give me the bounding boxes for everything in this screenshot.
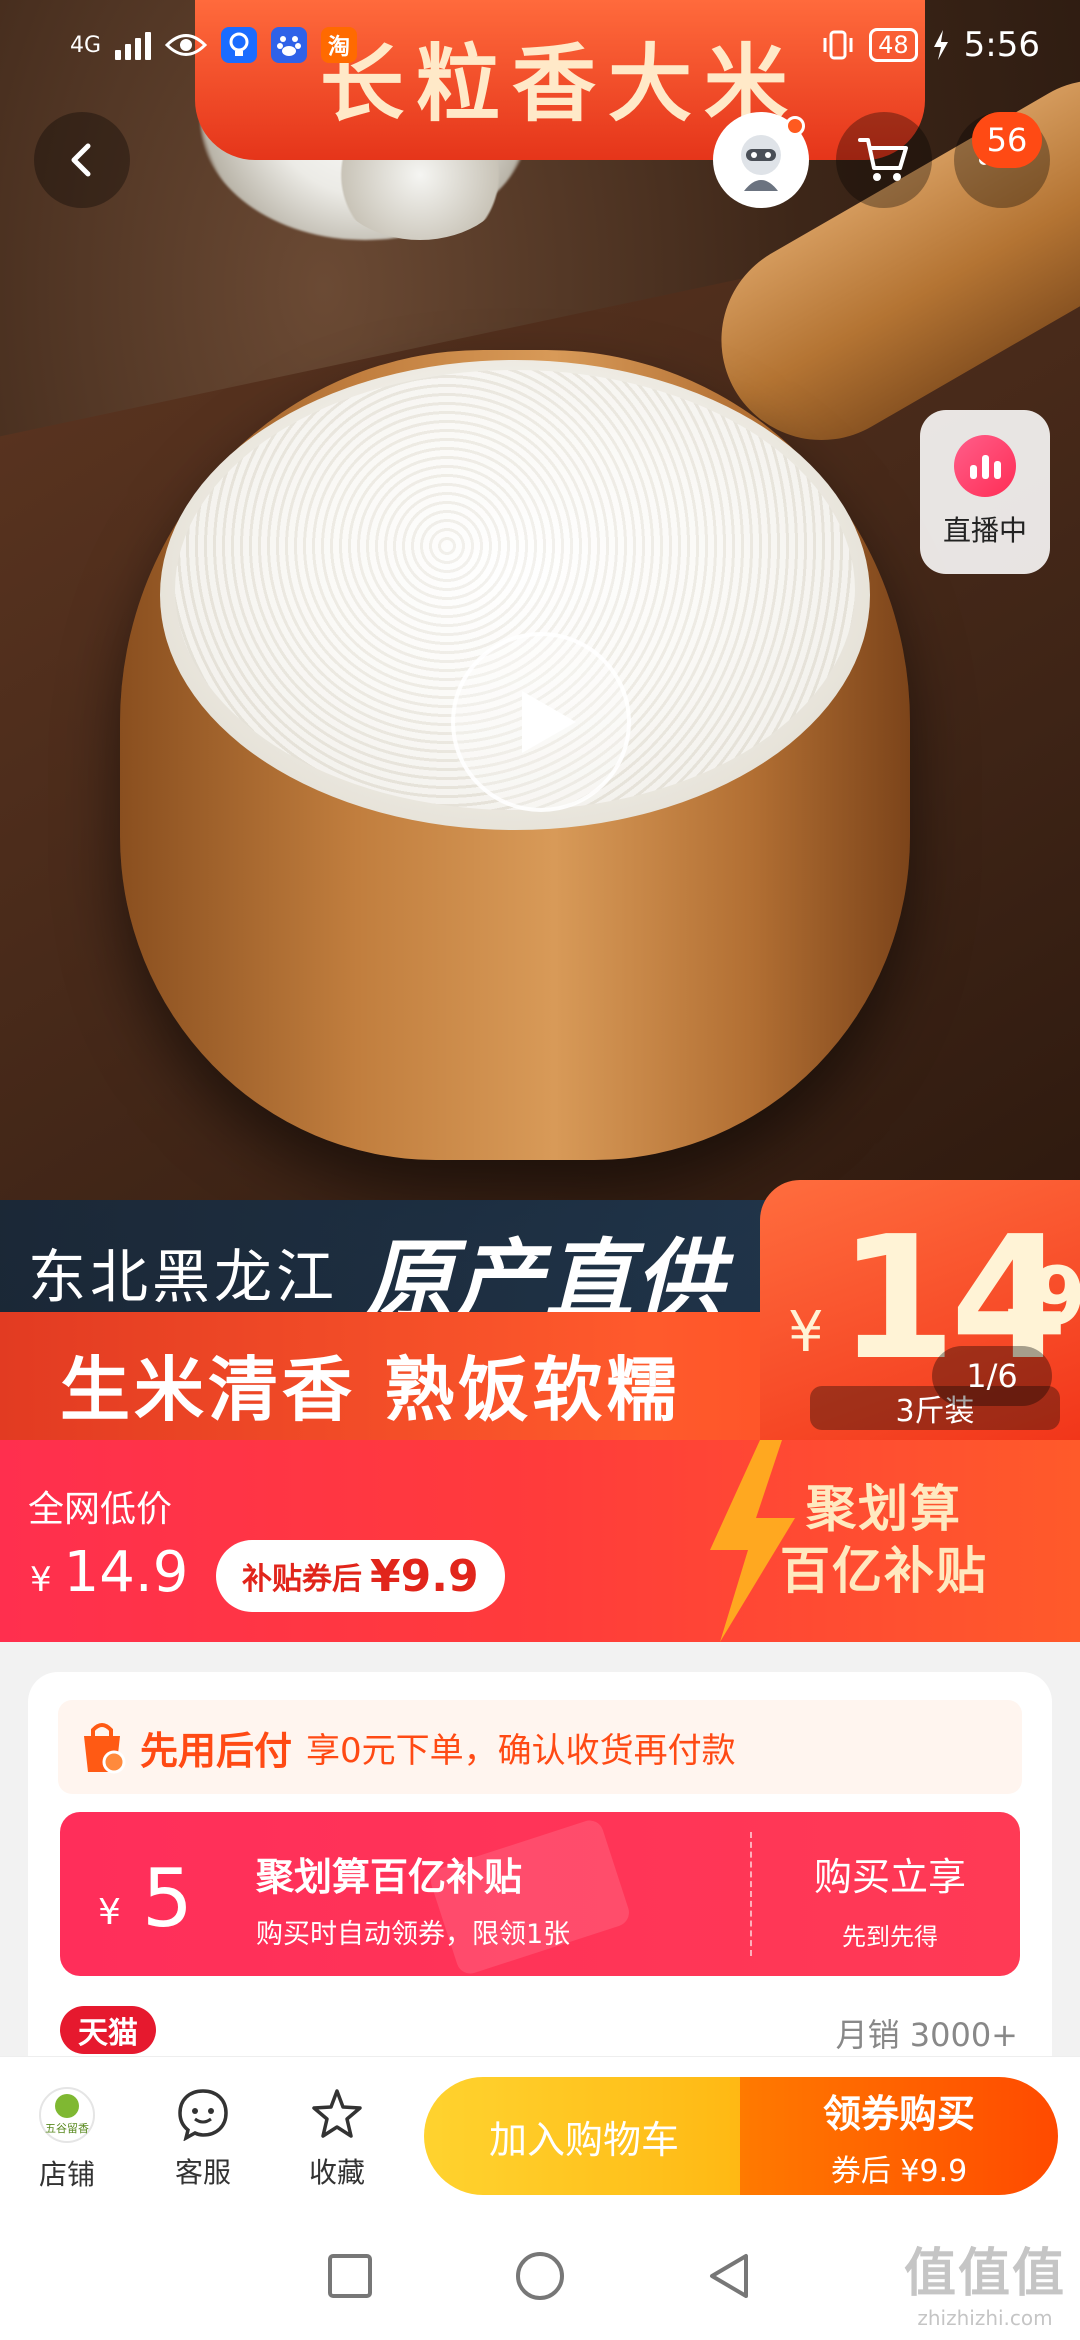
- recent-apps-button[interactable]: [326, 2252, 374, 2300]
- cart-count-badge: 56: [972, 112, 1042, 168]
- price-value: 14.9: [63, 1540, 189, 1605]
- customer-service-label: 客服: [174, 2156, 231, 2189]
- charging-icon: [933, 30, 948, 60]
- cart-icon: [858, 138, 908, 181]
- notification-dot: [785, 116, 805, 136]
- price-currency: ¥: [30, 1560, 52, 1600]
- store-logo-mark: [55, 2094, 79, 2118]
- baidu-icon: [271, 27, 308, 63]
- cart-button[interactable]: [836, 112, 932, 208]
- price-bar: 全网低价 ¥ 14.9 补贴券后 ¥9.9 聚划算 百亿补贴: [0, 1440, 1080, 1642]
- hero-price-decimal: .9: [1000, 1250, 1080, 1343]
- live-bars-icon: [954, 435, 1016, 497]
- pay-later-title: 先用后付: [140, 1728, 293, 1773]
- buy-sub-price: 券后 ¥9.9: [830, 2153, 968, 2189]
- watermark-url: zhizhizhi.com: [917, 2306, 1053, 2330]
- current-price: ¥ 14.9: [30, 1540, 188, 1605]
- favorite-button[interactable]: 收藏: [282, 2087, 392, 2191]
- coupon-divider: [750, 1832, 752, 1956]
- network-type: 4G: [70, 32, 102, 58]
- store-logo: 五谷留香: [39, 2087, 95, 2143]
- add-to-cart-button[interactable]: 加入购物车: [424, 2077, 744, 2195]
- coupon-price: ¥9.9: [370, 1550, 479, 1602]
- lowest-price-label: 全网低价: [28, 1489, 173, 1530]
- vibrate-icon: [823, 30, 853, 60]
- buy-label: 领券购买: [822, 2091, 975, 2136]
- coupon-desc: 购买时自动领券，限领1张: [256, 1919, 571, 1950]
- promo-origin-strip: 东北黑龙江 原产直供: [0, 1200, 820, 1320]
- store-logo-text: 五谷留香: [45, 2122, 89, 2135]
- chevron-left-icon: [71, 143, 91, 177]
- buy-with-coupon-button[interactable]: 领券购买 券后 ¥9.9: [740, 2077, 1058, 2195]
- coupon-action-label: 购买立享: [813, 1855, 966, 1899]
- coupon-amount: 5: [142, 1852, 193, 1945]
- coupon-currency: ¥: [98, 1892, 121, 1933]
- back-nav-button[interactable]: [706, 2252, 754, 2300]
- favorite-label: 收藏: [308, 2156, 365, 2189]
- bulb-icon: [221, 27, 258, 63]
- juhuasuan-campaign-logo: 聚划算 百亿补贴: [780, 1478, 988, 1602]
- campaign-line1: 聚划算: [806, 1480, 962, 1538]
- store-button[interactable]: 五谷留香 店铺: [12, 2087, 122, 2193]
- chat-face-icon: [178, 2089, 228, 2141]
- product-image-carousel[interactable]: 长粒香大米 东北黑龙江 原产直供 生米清香 熟饭软糯 ¥ 14 .9 3斤装 1…: [0, 0, 1080, 1440]
- assistant-avatar-button[interactable]: [713, 112, 809, 208]
- robot-avatar-icon: [741, 135, 781, 191]
- live-label: 直播中: [942, 514, 1027, 547]
- system-navigation-bar: 值值值 zhizhizhi.com: [0, 2212, 1080, 2340]
- watermark: 值值值 zhizhizhi.com: [904, 2231, 1066, 2330]
- subsidy-coupon-card[interactable]: ¥ 5 聚划算百亿补贴 购买时自动领券，限领1张 购买立享 先到先得: [60, 1812, 1020, 1976]
- bottom-action-bar: 五谷留香 店铺 客服 收藏 加入购物车 领券购买 券后 ¥9.9: [0, 2056, 1080, 2212]
- customer-service-button[interactable]: 客服: [148, 2087, 258, 2191]
- status-bar: 4G 淘 48 5:56: [0, 0, 1080, 90]
- star-icon: [312, 2089, 362, 2138]
- campaign-line2: 百亿补贴: [780, 1542, 988, 1600]
- battery-level: 48: [869, 28, 918, 62]
- store-label: 店铺: [38, 2158, 95, 2191]
- pay-later-desc: 享0元下单，确认收货再付款: [306, 1730, 736, 1771]
- coupon-title: 聚划算百亿补贴: [256, 1855, 523, 1899]
- coupon-action[interactable]: 购买立享 先到先得: [760, 1846, 1020, 1952]
- tmall-badge: 天猫: [60, 2006, 156, 2054]
- back-button[interactable]: [34, 112, 130, 208]
- signal-icon: [115, 30, 152, 60]
- promo-origin-text: 东北黑龙江: [28, 1243, 339, 1311]
- promo-feature-text: 生米清香 熟饭软糯: [60, 1349, 681, 1431]
- monthly-sales: 月销 3000+: [835, 2016, 1018, 2054]
- taobao-icon: 淘: [321, 27, 358, 63]
- carousel-page-indicator: 1/6: [932, 1346, 1052, 1406]
- clock: 5:56: [963, 25, 1040, 65]
- coupon-action-sub: 先到先得: [842, 1923, 938, 1951]
- hero-price-currency: ¥: [788, 1300, 824, 1365]
- eye-icon: [165, 34, 208, 56]
- live-stream-button[interactable]: 直播中: [920, 410, 1050, 574]
- coupon-prefix: 补贴券后: [242, 1562, 362, 1597]
- play-video-button[interactable]: [451, 632, 631, 812]
- pay-later-banner[interactable]: 先用后付 享0元下单，确认收货再付款: [58, 1700, 1022, 1794]
- home-button[interactable]: [514, 2250, 566, 2302]
- play-icon: [522, 691, 576, 753]
- watermark-logo: 值值值: [903, 2244, 1066, 2304]
- shopping-bag-icon: [84, 1723, 126, 1774]
- subsidy-coupon-pill[interactable]: 补贴券后 ¥9.9: [216, 1540, 505, 1612]
